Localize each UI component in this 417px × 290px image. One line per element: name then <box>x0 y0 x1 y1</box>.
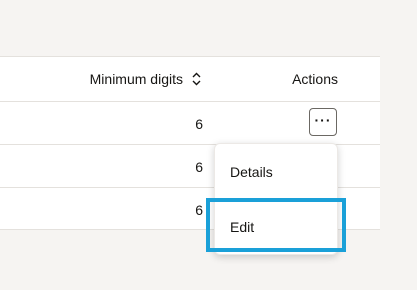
menu-item-details[interactable]: Details <box>215 152 339 192</box>
column-header-label: Minimum digits <box>89 71 183 87</box>
cell-minimum-digits: 6 <box>195 202 203 218</box>
cell-minimum-digits: 6 <box>195 159 203 175</box>
column-header-actions: Actions <box>292 71 338 87</box>
table-row: 6 ··· <box>0 102 380 145</box>
column-header-minimum-digits[interactable]: Minimum digits <box>90 71 202 87</box>
more-actions-button[interactable]: ··· <box>309 108 337 136</box>
table-header-row: Minimum digits Actions <box>0 57 380 102</box>
menu-item-edit[interactable]: Edit <box>215 207 339 247</box>
more-actions-icon: ··· <box>314 111 332 128</box>
sort-icon[interactable] <box>191 72 202 86</box>
cell-minimum-digits: 6 <box>195 116 203 132</box>
actions-menu: Details Edit <box>214 143 338 255</box>
